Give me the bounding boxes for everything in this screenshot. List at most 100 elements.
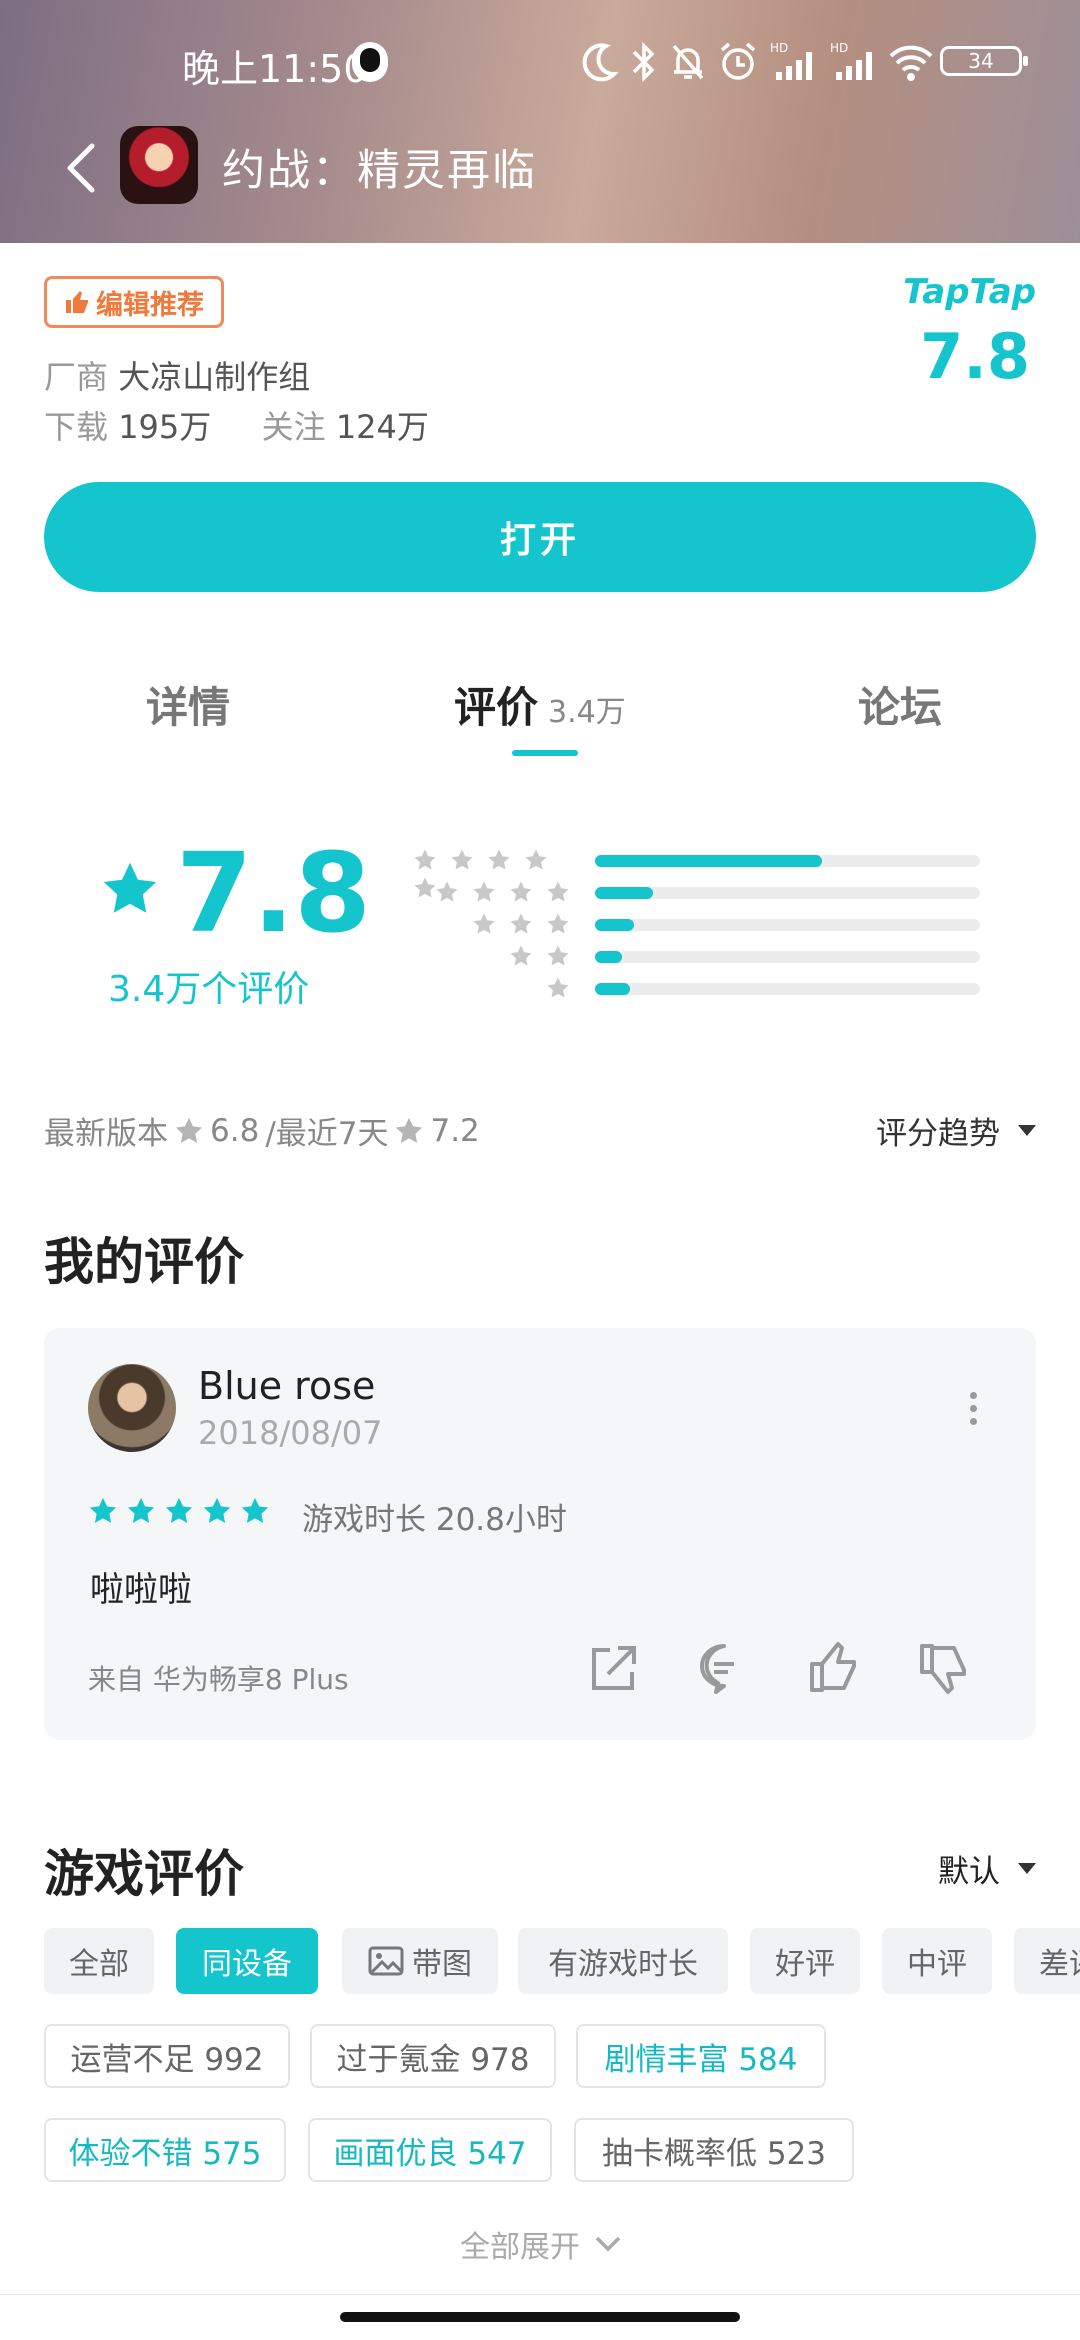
share-icon[interactable] [586,1640,642,1696]
distribution-row-4-star [400,880,980,904]
recent-label: /最近7天 [265,1116,389,1152]
distribution-row-5-star [400,848,980,898]
tag-label: 运营不足 992 [70,2041,264,2078]
tag-label: 画面优良 547 [333,2135,527,2172]
caret-down-icon [1018,1863,1036,1874]
svg-text:HD: HD [830,41,848,55]
filter-same-device[interactable]: 同设备 [176,1928,318,1994]
stats-line: 下载 195万 关注 124万 [44,402,429,448]
tag-row: 运营不足 992 过于氪金 978 剧情丰富 584 [44,2024,1036,2088]
image-icon [368,1946,404,1976]
status-time: 晚上11:50 [182,47,368,91]
distribution-bar-fill [595,887,653,899]
distribution-bar-track [595,855,980,867]
filter-positive[interactable]: 好评 [750,1928,860,1994]
sort-label: 默认 [938,1854,1000,1890]
star-icon [547,913,569,934]
home-indicator[interactable] [340,2312,740,2322]
tab-reviews[interactable]: 评价 3.4万 [454,674,626,735]
tag-chip[interactable]: 运营不足 992 [44,2024,290,2088]
distribution-stars [459,912,570,936]
vendor-name[interactable]: 大凉山制作组 [118,358,310,396]
review-stars [88,1496,278,1526]
tag-chip[interactable]: 剧情丰富 584 [576,2024,826,2088]
star-icon [451,849,473,870]
filter-with-playtime[interactable]: 有游戏时长 [518,1928,728,1994]
chevron-down-icon [595,2236,621,2252]
expand-all-label: 全部展开 [460,2230,580,2265]
star-icon [547,977,569,998]
thumbs-up-icon[interactable] [806,1640,862,1696]
rating-count: 3.4万个评价 [108,969,310,1010]
thumbs-up-icon [66,291,88,313]
qq-icon [352,42,388,82]
distribution-stars [422,880,570,904]
recent-score: 7.2 [430,1112,480,1149]
distribution-row-1-star [400,976,980,1000]
distribution-bar-track [595,983,980,995]
tag-chip[interactable]: 体验不错 575 [44,2118,286,2182]
tab-indicator [512,750,578,756]
distribution-bar-fill [595,919,634,931]
star-icon [241,1497,269,1523]
expand-all-button[interactable]: 全部展开 [460,2222,622,2266]
username[interactable]: Blue rose [198,1364,375,1408]
filter-with-image[interactable]: 带图 [342,1928,498,1994]
caret-down-icon [1018,1125,1036,1136]
review-text: 啦啦啦 [90,1570,192,1610]
tab-bar: 详情 评价 3.4万 论坛 [0,660,1080,760]
distribution-bar-track [595,951,980,963]
star-icon [103,862,157,913]
avatar[interactable] [88,1364,176,1452]
back-arrow-icon[interactable] [62,140,102,196]
filter-label: 差评 [1039,1947,1080,1982]
follow-count: 124万 [335,408,429,446]
rating-trend-label: 评分趋势 [876,1116,1000,1152]
filter-all[interactable]: 全部 [44,1928,154,1994]
star-icon [547,881,569,902]
open-button[interactable]: 打开 [44,482,1036,592]
overall-rating: 7.8 [100,838,371,948]
bluetooth-icon [632,41,655,83]
tag-chip[interactable]: 抽卡概率低 523 [574,2118,854,2182]
review-device: 来自 华为畅享8 Plus [88,1663,349,1696]
distribution-bar-track [595,919,980,931]
alarm-icon [720,42,756,80]
thumbs-down-icon[interactable] [916,1640,972,1696]
distribution-bar-track [595,887,980,899]
battery-icon: 34 [940,46,1028,76]
comment-icon[interactable] [696,1640,752,1696]
star-icon [525,849,547,870]
tag-chip[interactable]: 过于氪金 978 [310,2024,556,2088]
filter-negative[interactable]: 差评 [1014,1928,1080,1994]
star-icon [473,881,495,902]
star-icon [510,881,532,902]
tab-label: 评价 [454,683,539,732]
follow-label: 关注 [261,408,326,446]
filter-neutral[interactable]: 中评 [882,1928,992,1994]
star-icon [396,1117,423,1143]
tab-label: 论坛 [858,683,943,732]
my-review-card[interactable]: Blue rose 2018/08/07 游戏时长 20.8小时 啦啦啦 来自 … [44,1328,1036,1740]
tag-label: 抽卡概率低 523 [601,2135,827,2172]
tab-forum[interactable]: 论坛 [858,674,942,735]
filter-label: 中评 [907,1947,967,1982]
game-reviews-title: 游戏评价 [44,1845,244,1903]
more-options-icon[interactable] [970,1392,980,1428]
tab-details[interactable]: 详情 [146,674,230,735]
sort-dropdown[interactable]: 默认 [938,1846,1036,1891]
editor-recommend-badge: 编辑推荐 [44,276,224,328]
review-actions [586,1640,986,1700]
page-title: 约战：精灵再临 [222,146,537,196]
star-icon [473,913,495,934]
app-header: 晚上11:50 HD HD 34 约战：精灵再临 [0,0,1080,243]
tag-label: 过于氪金 978 [336,2041,530,2078]
tag-label: 剧情丰富 584 [604,2041,798,2078]
version-rating-line: 最新版本 6.8 /最近7天 7.2 [44,1108,480,1153]
star-icon [203,1497,231,1523]
download-count: 195万 [118,408,212,446]
distribution-bar-fill [595,951,622,963]
divider [0,2294,1080,2295]
rating-trend-dropdown[interactable]: 评分趋势 [876,1108,1036,1153]
tag-chip[interactable]: 画面优良 547 [308,2118,552,2182]
